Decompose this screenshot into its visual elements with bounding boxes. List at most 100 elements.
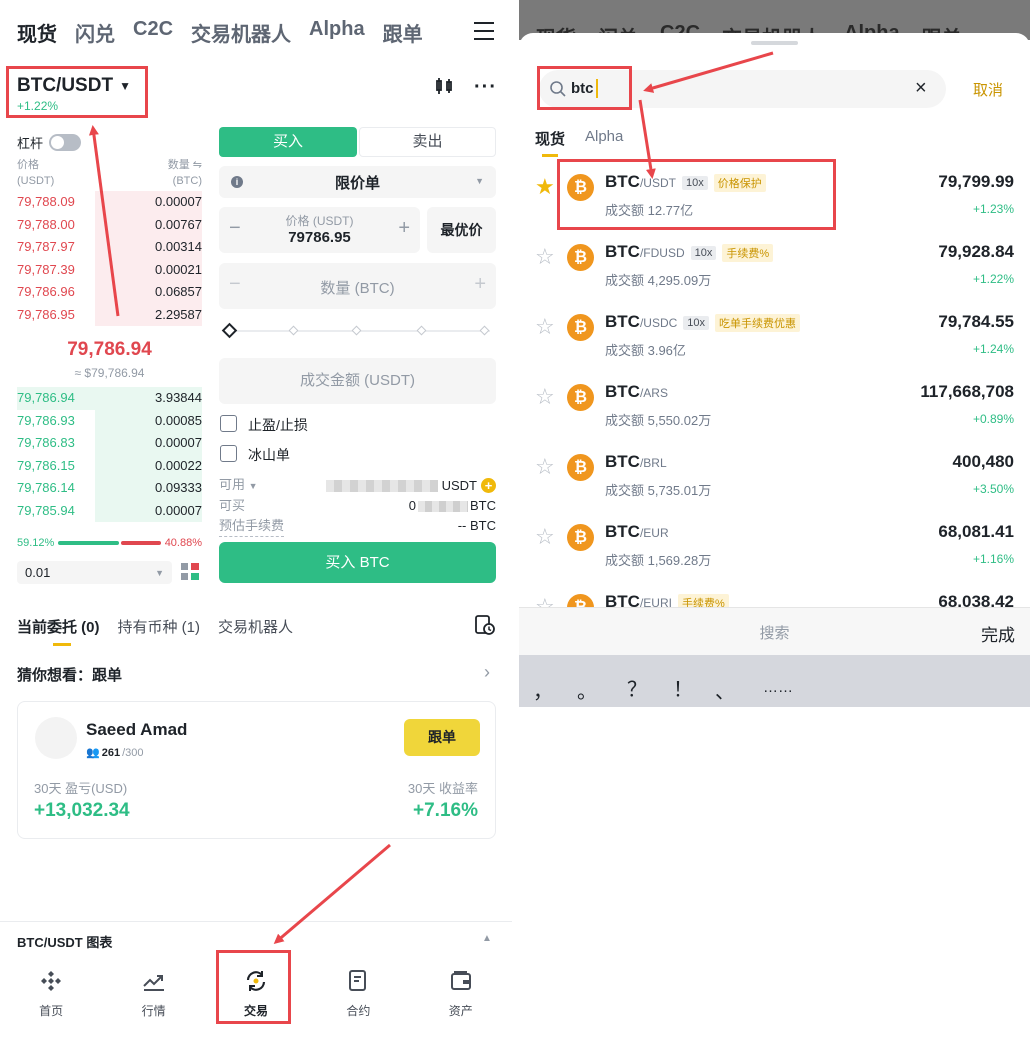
orderbook-row[interactable]: 79,786.96 0.06857 bbox=[17, 281, 202, 304]
chart-bar-label: BTC/USDT 图表 bbox=[17, 935, 113, 950]
ratio-buy-fill bbox=[58, 541, 119, 545]
key-question[interactable]: ？ bbox=[627, 673, 647, 702]
tab-holdings[interactable]: 持有币种 (1) bbox=[118, 616, 201, 637]
best-price-button[interactable]: 最优价 bbox=[427, 207, 496, 253]
star-outline-icon[interactable]: ☆ bbox=[535, 244, 555, 270]
cancel-button[interactable]: 取消 bbox=[973, 79, 1003, 100]
tab-convert[interactable]: 闪兑 bbox=[75, 18, 115, 47]
search-result-row[interactable]: ☆ ₿ BTC/EUR 成交额 1,569.28万 68,081.41 +1.1… bbox=[519, 512, 1030, 582]
orderbook-row[interactable]: 79,788.09 0.00007 bbox=[17, 191, 202, 214]
leverage-badge: 10x bbox=[690, 245, 717, 260]
tab-c2c[interactable]: C2C bbox=[133, 18, 173, 47]
orderbook-row[interactable]: 79,786.95 2.29587 bbox=[17, 303, 202, 326]
plus-icon[interactable]: + bbox=[398, 217, 410, 240]
keyboard-search-key[interactable]: 搜索 bbox=[519, 622, 1030, 643]
tab-bots[interactable]: 交易机器人 bbox=[218, 616, 293, 637]
slider-mark-25[interactable] bbox=[288, 325, 299, 336]
slider-handle[interactable] bbox=[221, 322, 238, 339]
more-icon[interactable]: ··· bbox=[474, 76, 497, 99]
tab-alpha-results[interactable]: Alpha bbox=[585, 128, 623, 145]
star-outline-icon[interactable]: ☆ bbox=[535, 524, 555, 550]
orderbook-row[interactable]: 79,787.39 0.00021 bbox=[17, 258, 202, 281]
tab-copy-trading[interactable]: 跟单 bbox=[383, 18, 423, 47]
result-change: +1.23% bbox=[972, 202, 1014, 216]
result-base: BTC bbox=[605, 242, 640, 261]
order-history-icon[interactable] bbox=[474, 614, 496, 641]
key-comma[interactable]: ， bbox=[533, 675, 553, 704]
plus-icon[interactable]: + bbox=[474, 273, 486, 296]
add-funds-icon[interactable]: + bbox=[481, 478, 496, 493]
result-volume: 成交额 1,569.28万 bbox=[605, 553, 712, 568]
quantity-input[interactable]: − 数量 (BTC) + bbox=[219, 263, 496, 309]
iceberg-checkbox[interactable] bbox=[220, 445, 237, 462]
amount-input[interactable]: 成交金额 (USDT) bbox=[219, 358, 496, 404]
tab-spot[interactable]: 现货 bbox=[17, 18, 57, 47]
result-quote: /FDUSD bbox=[639, 246, 685, 260]
sell-tab[interactable]: 卖出 bbox=[359, 127, 496, 157]
price-input[interactable]: − 价格 (USDT) 79786.95 + bbox=[219, 207, 420, 253]
top-tabs: 现货 闪兑 C2C 交易机器人 Alpha 跟单 bbox=[17, 18, 423, 47]
orderbook-qty: 0.00007 bbox=[155, 502, 202, 518]
nav-home[interactable]: 首页 bbox=[11, 958, 91, 1037]
order-type-value: 限价单 bbox=[334, 174, 380, 192]
last-price: 79,786.94 bbox=[67, 339, 152, 360]
star-outline-icon[interactable]: ☆ bbox=[535, 384, 555, 410]
key-exclaim[interactable]: ！ bbox=[673, 673, 693, 702]
result-pair: BTC/BRL bbox=[605, 452, 667, 472]
tab-trading-bot[interactable]: 交易机器人 bbox=[191, 18, 291, 47]
buy-submit-button[interactable]: 买入 BTC bbox=[219, 542, 496, 583]
nav-futures[interactable]: 合约 bbox=[318, 958, 398, 1037]
slider-mark-50[interactable] bbox=[351, 325, 362, 336]
slider-mark-100[interactable] bbox=[479, 325, 490, 336]
available-label[interactable]: 可用 ▼ bbox=[219, 475, 258, 496]
search-result-row[interactable]: ☆ ₿ BTC/ARS 成交额 5,550.02万 117,668,708 +0… bbox=[519, 372, 1030, 442]
result-base: BTC bbox=[605, 312, 640, 331]
result-volume: 成交额 5,735.01万 bbox=[605, 483, 712, 498]
orderbook-row[interactable]: 79,786.14 0.09333 bbox=[17, 477, 202, 500]
orderbook-row[interactable]: 79,786.15 0.00022 bbox=[17, 454, 202, 477]
orderbook-row[interactable]: 79,786.83 0.00007 bbox=[17, 432, 202, 455]
amount-slider[interactable] bbox=[221, 322, 492, 340]
tp-sl-label: 止盈/止损 bbox=[248, 417, 308, 433]
caret-down-icon: ▼ bbox=[155, 567, 164, 578]
nav-assets[interactable]: 资产 bbox=[421, 958, 501, 1037]
star-filled-icon[interactable]: ★ bbox=[535, 174, 555, 200]
orderbook-row[interactable]: 79,785.94 0.00007 bbox=[17, 499, 202, 522]
keyboard-done-key[interactable]: 完成 bbox=[981, 621, 1015, 646]
clear-icon[interactable]: × bbox=[915, 77, 927, 100]
follow-button[interactable]: 跟单 bbox=[404, 719, 480, 756]
menu-icon[interactable] bbox=[474, 22, 494, 40]
tab-spot-results[interactable]: 现货 bbox=[535, 128, 565, 149]
bitcoin-icon: ₿ bbox=[567, 454, 594, 481]
search-result-row[interactable]: ☆ ₿ BTC/BRL 成交额 5,735.01万 400,480 +3.50% bbox=[519, 442, 1030, 512]
tab-open-orders[interactable]: 当前委托 (0) bbox=[17, 616, 100, 637]
precision-select[interactable]: 0.01 ▼ bbox=[17, 561, 172, 584]
orderbook-row[interactable]: 79,788.00 0.00767 bbox=[17, 213, 202, 236]
tab-alpha[interactable]: Alpha bbox=[309, 18, 365, 47]
orderbook-layout-icon[interactable] bbox=[181, 563, 199, 586]
slider-mark-75[interactable] bbox=[416, 325, 427, 336]
key-period[interactable]: 。 bbox=[577, 675, 597, 704]
orderbook-row[interactable]: 79,786.93 0.00085 bbox=[17, 409, 202, 432]
key-dun[interactable]: 、 bbox=[715, 675, 735, 704]
nav-markets[interactable]: 行情 bbox=[114, 958, 194, 1037]
fee-value: -- BTC bbox=[457, 518, 496, 533]
tp-sl-checkbox[interactable] bbox=[220, 415, 237, 432]
key-ellipsis[interactable]: …… bbox=[763, 679, 793, 696]
search-result-row[interactable]: ☆ ₿ BTC/USDC 10x 吃单手续费优惠 成交额 3.96亿 79,784.… bbox=[519, 302, 1030, 372]
sheet-handle[interactable] bbox=[751, 41, 798, 45]
kline-icon[interactable] bbox=[434, 76, 454, 101]
order-type-select[interactable]: i 限价单 ▼ bbox=[219, 166, 496, 198]
trader-card[interactable]: Saeed Amad 👥 261/300 跟单 30天 盈亏(USD) +13,… bbox=[17, 701, 496, 839]
chevron-right-icon[interactable]: › bbox=[484, 662, 490, 683]
search-result-row[interactable]: ☆ ₿ BTC/FDUSD 10x 手续费% 成交额 4,295.09万 79,92… bbox=[519, 232, 1030, 302]
buy-tab[interactable]: 买入 bbox=[219, 127, 357, 157]
orderbook-row[interactable]: 79,787.97 0.00314 bbox=[17, 236, 202, 259]
info-icon[interactable]: i bbox=[231, 176, 243, 188]
star-outline-icon[interactable]: ☆ bbox=[535, 454, 555, 480]
leverage-toggle[interactable] bbox=[49, 134, 82, 151]
star-outline-icon[interactable]: ☆ bbox=[535, 314, 555, 340]
orderbook-row[interactable]: 79,786.94 3.93844 bbox=[17, 387, 202, 410]
result-change: +1.16% bbox=[972, 552, 1014, 566]
orderbook-qty-header[interactable]: 数量 ⇋ (BTC) bbox=[140, 157, 202, 189]
